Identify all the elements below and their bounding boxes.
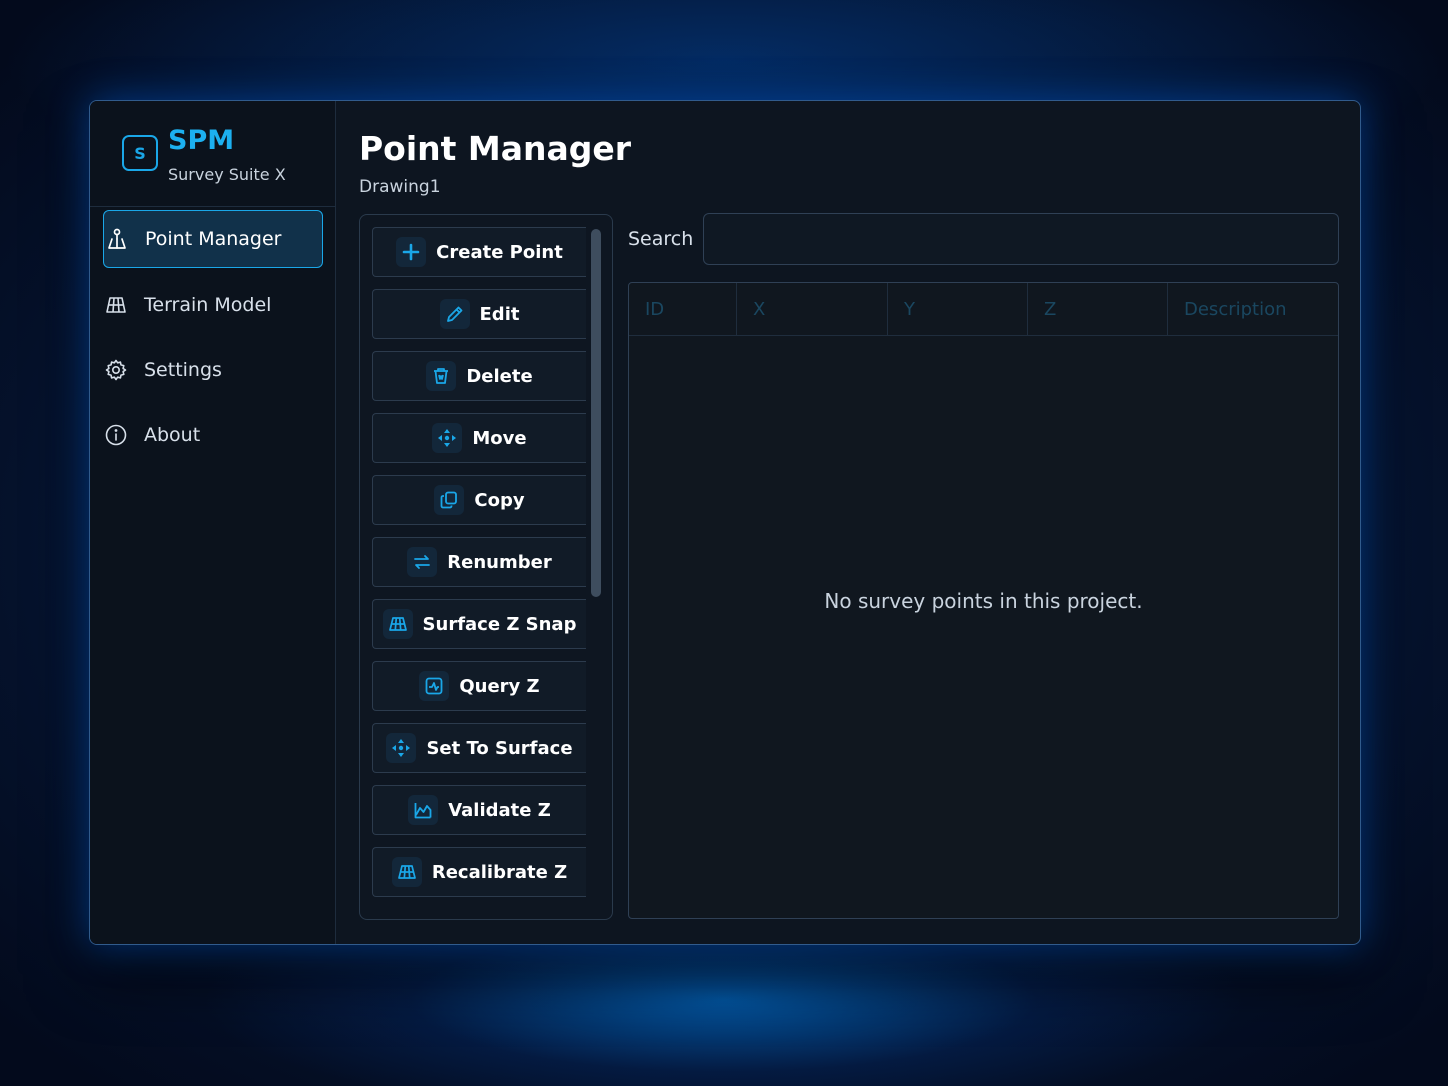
page-subtitle: Drawing1: [359, 177, 441, 197]
column-header-y[interactable]: Y: [888, 283, 1028, 335]
page-title: Point Manager: [359, 129, 632, 168]
copy-button[interactable]: Copy: [372, 475, 586, 525]
sidebar-item-label: Terrain Model: [144, 294, 272, 316]
sidebar-item-about[interactable]: About: [103, 406, 323, 464]
trash-icon: [426, 361, 457, 391]
terrain-grid-icon: [103, 292, 129, 318]
points-table: ID X Y Z Description No survey points in…: [628, 282, 1339, 919]
pencil-icon: [439, 299, 470, 329]
create-point-button[interactable]: Create Point: [372, 227, 586, 277]
app-logo-icon: S: [122, 135, 158, 171]
column-header-z[interactable]: Z: [1028, 283, 1168, 335]
swap-icon: [407, 547, 438, 577]
sidebar-item-point-manager[interactable]: Point Manager: [103, 210, 323, 268]
app-subtitle: Survey Suite X: [168, 165, 286, 184]
column-header-id[interactable]: ID: [629, 283, 737, 335]
info-icon: [103, 422, 129, 448]
button-label: Renumber: [447, 551, 552, 573]
button-label: Validate Z: [448, 799, 551, 821]
sidebar: S SPM Survey Suite X Point Manager Terra…: [90, 101, 336, 944]
gear-icon: [103, 357, 129, 383]
app-name: SPM: [168, 125, 235, 156]
validate-z-button[interactable]: Validate Z: [372, 785, 586, 835]
survey-marker-icon: [104, 226, 130, 252]
plus-icon: [396, 237, 427, 267]
button-label: Query Z: [459, 675, 540, 697]
chart-area-icon: [408, 795, 439, 825]
button-label: Set To Surface: [426, 737, 573, 759]
delete-button[interactable]: Delete: [372, 351, 586, 401]
terrain-grid-icon: [382, 609, 413, 639]
sidebar-item-label: Point Manager: [145, 228, 282, 250]
edit-button[interactable]: Edit: [372, 289, 586, 339]
query-icon: [419, 671, 450, 701]
brand: S SPM Survey Suite X: [90, 101, 335, 207]
button-label: Copy: [474, 489, 525, 511]
table-header: ID X Y Z Description: [629, 283, 1338, 336]
move-icon: [432, 423, 463, 453]
sidebar-item-label: About: [144, 424, 201, 446]
copy-icon: [434, 485, 465, 515]
sidebar-item-label: Settings: [144, 359, 222, 381]
search-input[interactable]: [703, 213, 1339, 265]
set-to-surface-button[interactable]: Set To Surface: [372, 723, 586, 773]
command-panel: Create Point Edit Delete Move Copy Renum…: [359, 214, 613, 920]
button-label: Surface Z Snap: [422, 613, 577, 635]
move-icon: [386, 733, 417, 763]
query-z-button[interactable]: Query Z: [372, 661, 586, 711]
column-header-x[interactable]: X: [737, 283, 888, 335]
button-label: Move: [472, 427, 527, 449]
search-label: Search: [628, 228, 694, 250]
sidebar-item-terrain-model[interactable]: Terrain Model: [103, 276, 323, 334]
button-label: Delete: [466, 365, 533, 387]
sidebar-item-settings[interactable]: Settings: [103, 341, 323, 399]
command-scrollbar[interactable]: [589, 225, 603, 909]
renumber-button[interactable]: Renumber: [372, 537, 586, 587]
empty-state-message: No survey points in this project.: [824, 589, 1143, 613]
app-window: S SPM Survey Suite X Point Manager Terra…: [89, 100, 1361, 945]
button-label: Recalibrate Z: [431, 861, 568, 883]
scrollbar-thumb[interactable]: [591, 229, 601, 597]
button-label: Edit: [479, 303, 520, 325]
terrain-grid-icon: [391, 857, 422, 887]
surface-z-snap-button[interactable]: Surface Z Snap: [372, 599, 586, 649]
button-label: Create Point: [436, 241, 563, 263]
move-button[interactable]: Move: [372, 413, 586, 463]
recalibrate-z-button[interactable]: Recalibrate Z: [372, 847, 586, 897]
column-header-description[interactable]: Description: [1168, 283, 1338, 335]
